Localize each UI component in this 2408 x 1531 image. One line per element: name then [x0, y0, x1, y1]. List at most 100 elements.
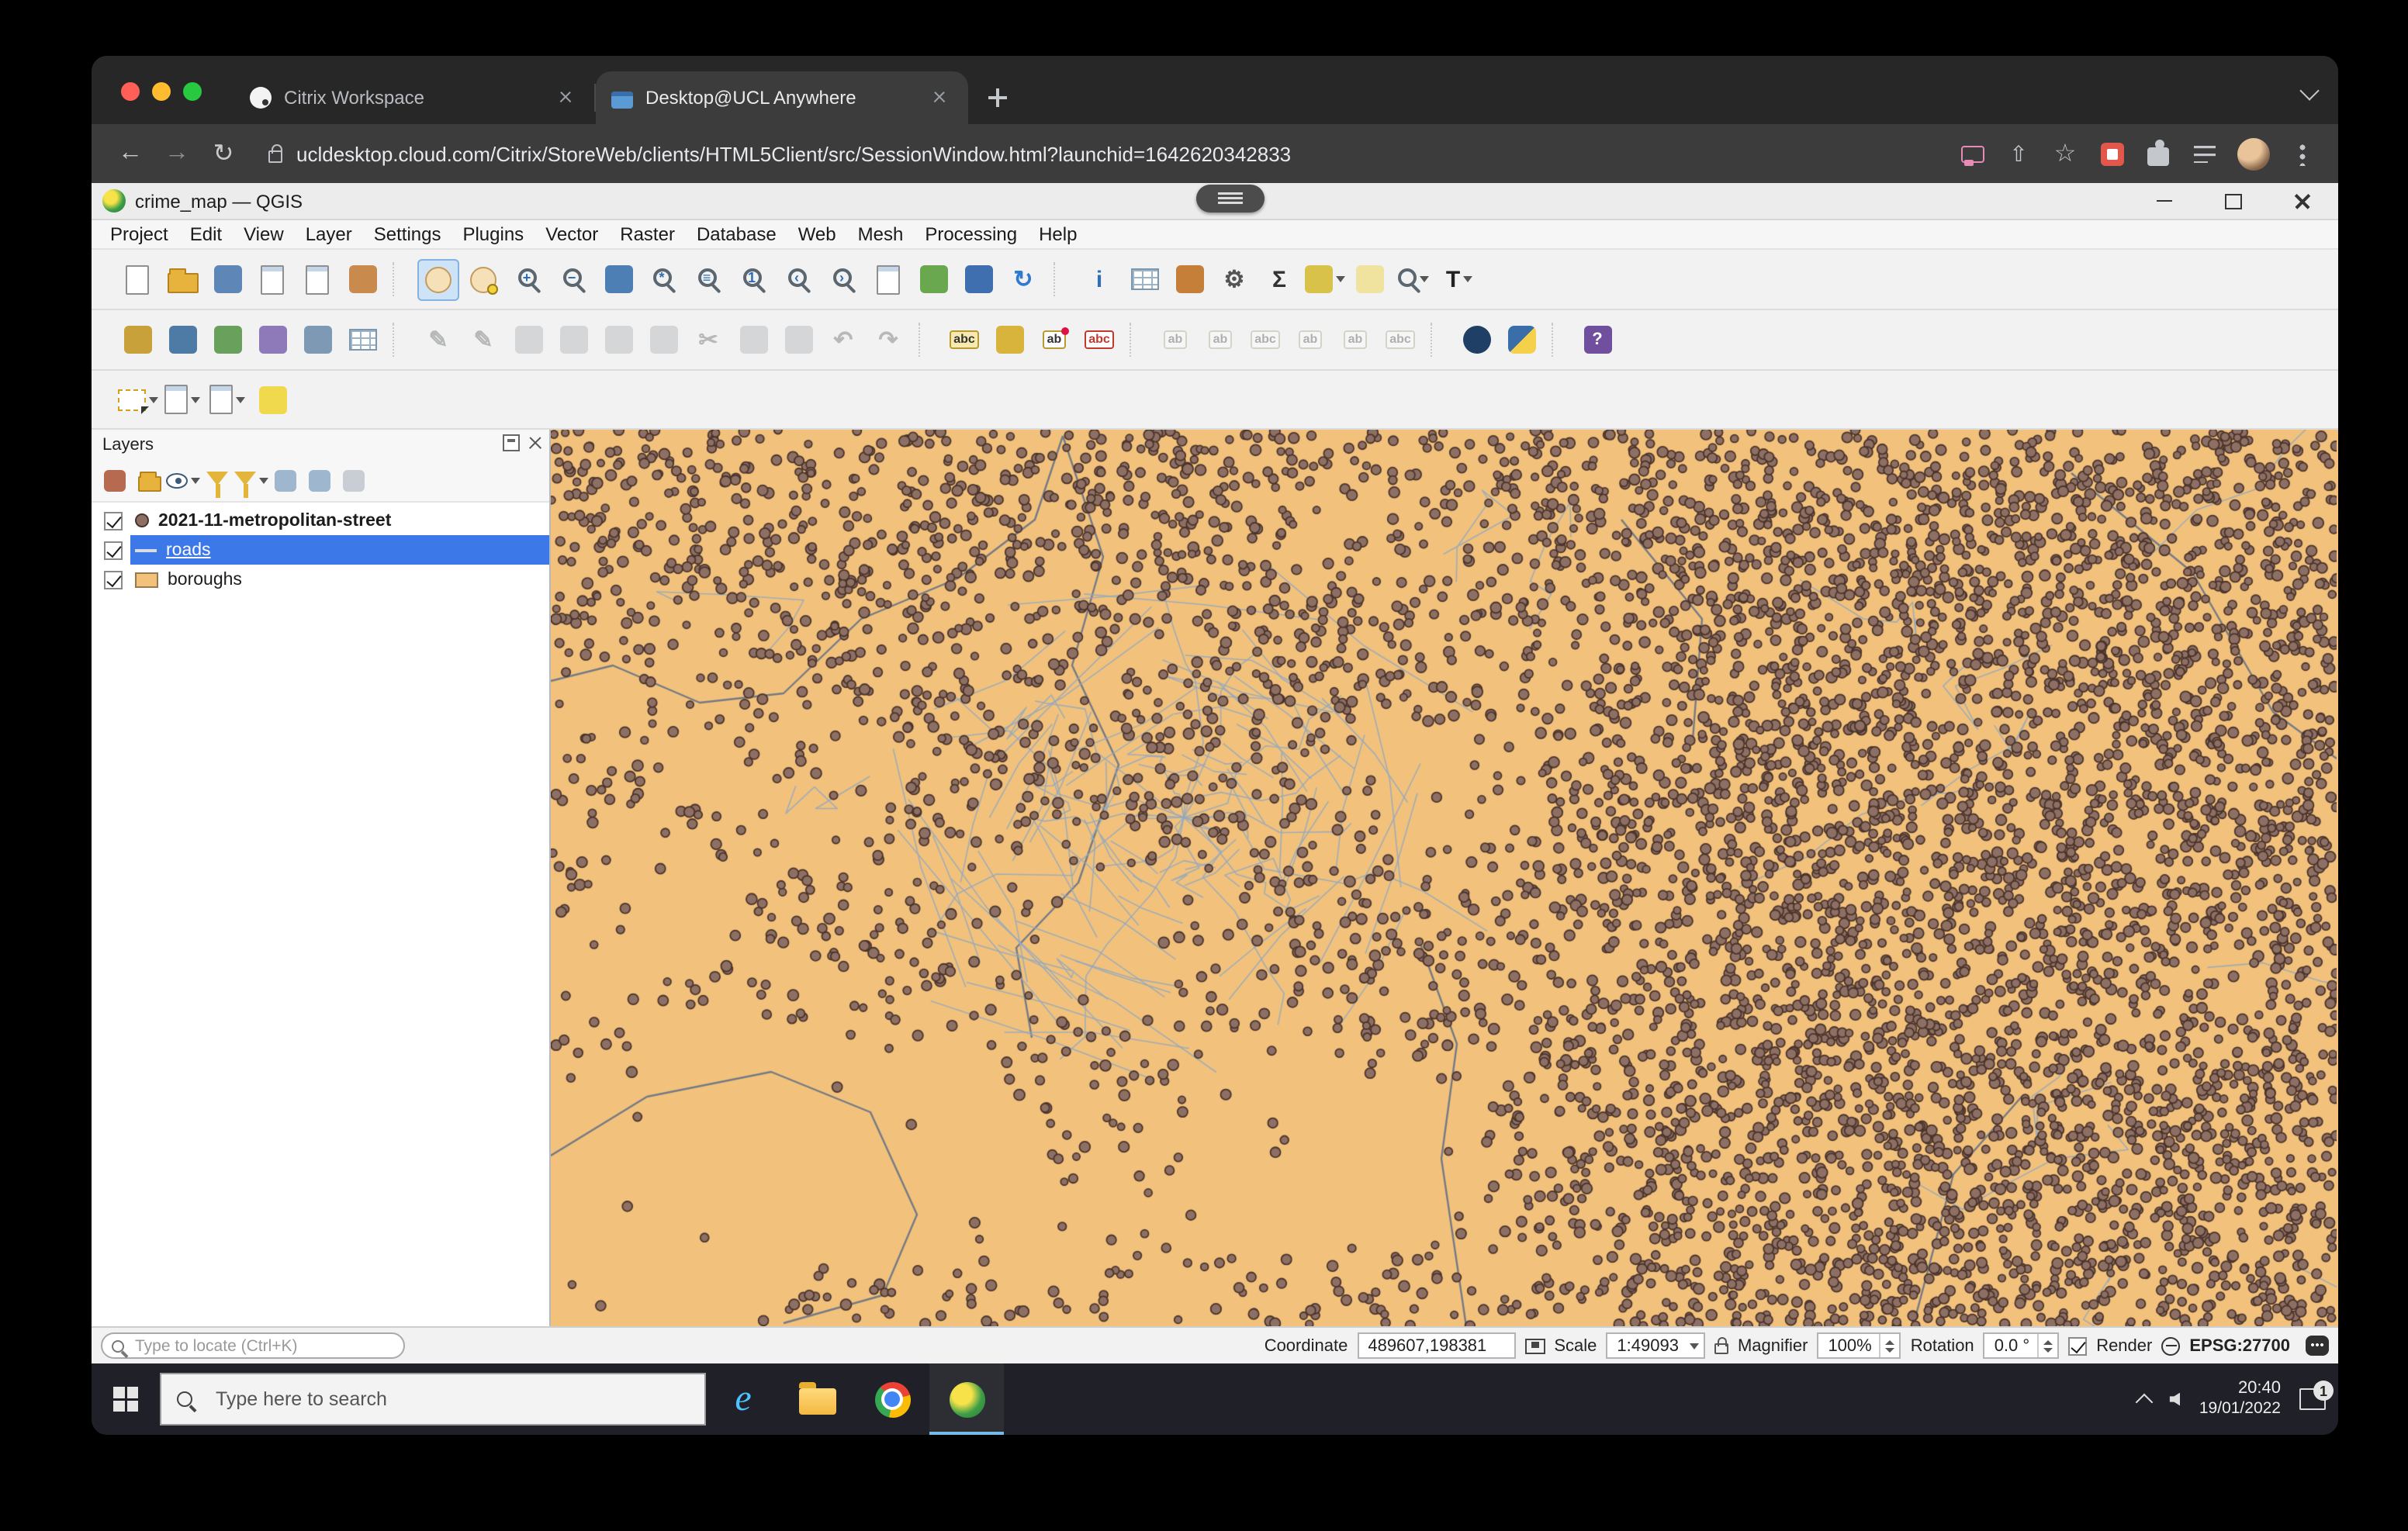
new-map-view-icon[interactable] — [867, 258, 909, 300]
panel-close-icon[interactable] — [526, 434, 543, 451]
speaker-icon[interactable] — [2170, 1392, 2181, 1406]
map-canvas-area[interactable] — [551, 430, 2338, 1326]
qgis-taskbar-button[interactable] — [929, 1363, 1004, 1435]
zoom-to-layer-icon[interactable]: ≡ — [687, 258, 729, 300]
show-spatial-bookmarks-icon[interactable] — [957, 258, 999, 300]
crs-status-icon[interactable] — [2161, 1336, 2180, 1355]
messages-icon[interactable] — [2306, 1336, 2329, 1356]
add-raster-layer-icon[interactable] — [206, 319, 248, 361]
nominatim-search-icon[interactable] — [1393, 258, 1435, 300]
reading-list-icon[interactable] — [2194, 144, 2216, 163]
file-explorer-button[interactable] — [780, 1363, 855, 1435]
menu-plugins[interactable]: Plugins — [452, 223, 535, 245]
citrix-toolbar-handle[interactable] — [1196, 185, 1265, 213]
taskbar-search-input[interactable] — [213, 1387, 689, 1412]
layer-diagram-options-icon[interactable] — [988, 319, 1030, 361]
new-project-icon[interactable] — [116, 258, 158, 300]
taskbar-search-box[interactable] — [160, 1373, 706, 1426]
collapse-all-icon[interactable] — [303, 464, 337, 498]
zoom-in-icon[interactable]: + — [507, 258, 549, 300]
rotation-spinbox[interactable]: 0.0 ° — [1984, 1332, 2060, 1359]
menu-vector[interactable]: Vector — [535, 223, 609, 245]
add-delimited-text-layer-icon[interactable] — [251, 319, 293, 361]
internet-explorer-button[interactable]: e — [706, 1363, 780, 1435]
url-text[interactable]: ucldesktop.cloud.com/Citrix/StoreWeb/cli… — [296, 142, 1291, 165]
menu-mesh[interactable]: Mesh — [847, 223, 915, 245]
extensions-puzzle-icon[interactable] — [2147, 147, 2169, 165]
identify-features-icon[interactable]: i — [1078, 258, 1120, 300]
layer-visibility-checkbox[interactable] — [104, 570, 123, 589]
show-statistics-icon[interactable]: Σ — [1258, 258, 1300, 300]
dropdown-caret-icon[interactable] — [236, 396, 245, 403]
magnifier-spinbox[interactable]: 100% — [1817, 1332, 1901, 1359]
zoom-to-selection-icon[interactable]: * — [642, 258, 684, 300]
add-group-icon[interactable] — [132, 464, 166, 498]
tab-desktop-ucl-anywhere[interactable]: Desktop@UCL Anywhere — [596, 71, 968, 124]
extents-toggle-icon[interactable] — [1524, 1338, 1545, 1353]
tab-search-chevron-icon[interactable] — [2299, 81, 2319, 100]
pan-to-selection-icon[interactable] — [462, 258, 504, 300]
style-manager-icon[interactable] — [341, 258, 383, 300]
dropdown-caret-icon[interactable] — [191, 478, 200, 484]
refresh-map-icon[interactable]: ↻ — [1002, 258, 1044, 300]
scale-combo[interactable]: 1:49093 — [1606, 1332, 1705, 1359]
close-button[interactable] — [2268, 183, 2338, 219]
data-source-manager-icon[interactable] — [116, 319, 158, 361]
fullscreen-window-button[interactable] — [183, 82, 202, 101]
manage-map-themes-icon[interactable] — [166, 464, 200, 498]
filter-legend-icon[interactable] — [200, 464, 234, 498]
extension-red-icon[interactable] — [2100, 142, 2123, 165]
reload-button[interactable]: ↻ — [200, 138, 247, 169]
zoom-full-extent-icon[interactable] — [597, 258, 639, 300]
layer-item-2021-11-metropolitan-street[interactable]: 2021-11-metropolitan-street — [92, 506, 549, 535]
start-button[interactable] — [92, 1363, 160, 1435]
dropdown-caret-icon[interactable] — [1419, 276, 1428, 282]
statistical-summary-icon[interactable] — [1168, 258, 1210, 300]
menu-settings[interactable]: Settings — [363, 223, 452, 245]
spin-arrows[interactable] — [2037, 1334, 2057, 1357]
pan-map-icon[interactable] — [417, 258, 459, 300]
select-features-icon[interactable] — [116, 378, 158, 420]
layer-visibility-checkbox[interactable] — [104, 511, 123, 530]
map-tips-icon[interactable] — [1348, 258, 1390, 300]
locate-box[interactable] — [101, 1332, 405, 1359]
new-annotation-note-icon[interactable] — [251, 378, 293, 420]
filter-by-expression-icon[interactable] — [234, 464, 268, 498]
layer-row-body[interactable]: 2021-11-metropolitan-street — [130, 506, 549, 535]
layer-item-roads[interactable]: roads — [92, 535, 549, 565]
open-project-icon[interactable] — [161, 258, 203, 300]
metasearch-icon[interactable] — [1455, 319, 1497, 361]
layer-row-body[interactable]: boroughs — [130, 565, 549, 594]
spin-arrows[interactable] — [1880, 1334, 1900, 1357]
pin-labels-icon[interactable]: ab — [1033, 319, 1075, 361]
menu-processing[interactable]: Processing — [914, 223, 1028, 245]
python-console-icon[interactable] — [1500, 319, 1542, 361]
dropdown-caret-icon[interactable] — [259, 478, 268, 484]
menu-help[interactable]: Help — [1028, 223, 1088, 245]
add-vector-layer-icon[interactable] — [161, 319, 203, 361]
https-lock-icon[interactable] — [268, 150, 282, 162]
add-postgis-layer-icon[interactable] — [341, 319, 383, 361]
cast-icon[interactable] — [1960, 145, 1984, 162]
show-hidden-icons-chevron[interactable] — [2136, 1394, 2154, 1412]
menu-project[interactable]: Project — [99, 223, 179, 245]
menu-web[interactable]: Web — [787, 223, 847, 245]
tab-citrix-workspace[interactable]: Citrix Workspace — [234, 71, 594, 124]
menu-database[interactable]: Database — [686, 223, 787, 245]
zoom-native-resolution-icon[interactable]: 1 — [732, 258, 774, 300]
remove-layer-icon[interactable] — [337, 464, 371, 498]
restore-button[interactable] — [2199, 183, 2268, 219]
close-window-button[interactable] — [121, 82, 140, 101]
locate-input[interactable] — [132, 1335, 394, 1356]
chrome-button[interactable] — [855, 1363, 929, 1435]
menu-raster[interactable]: Raster — [609, 223, 686, 245]
save-project-icon[interactable] — [206, 258, 248, 300]
url-box[interactable]: ucldesktop.cloud.com/Citrix/StoreWeb/cli… — [268, 142, 1939, 165]
add-spatialite-layer-icon[interactable] — [296, 319, 338, 361]
expand-all-icon[interactable] — [268, 464, 303, 498]
text-annotation-icon[interactable]: T — [1438, 258, 1480, 300]
new-print-layout-icon[interactable] — [251, 258, 293, 300]
bookmark-star-icon[interactable]: ☆ — [2051, 140, 2079, 168]
layer-row-body[interactable]: roads — [130, 535, 549, 565]
dropdown-caret-icon[interactable] — [1463, 276, 1472, 282]
